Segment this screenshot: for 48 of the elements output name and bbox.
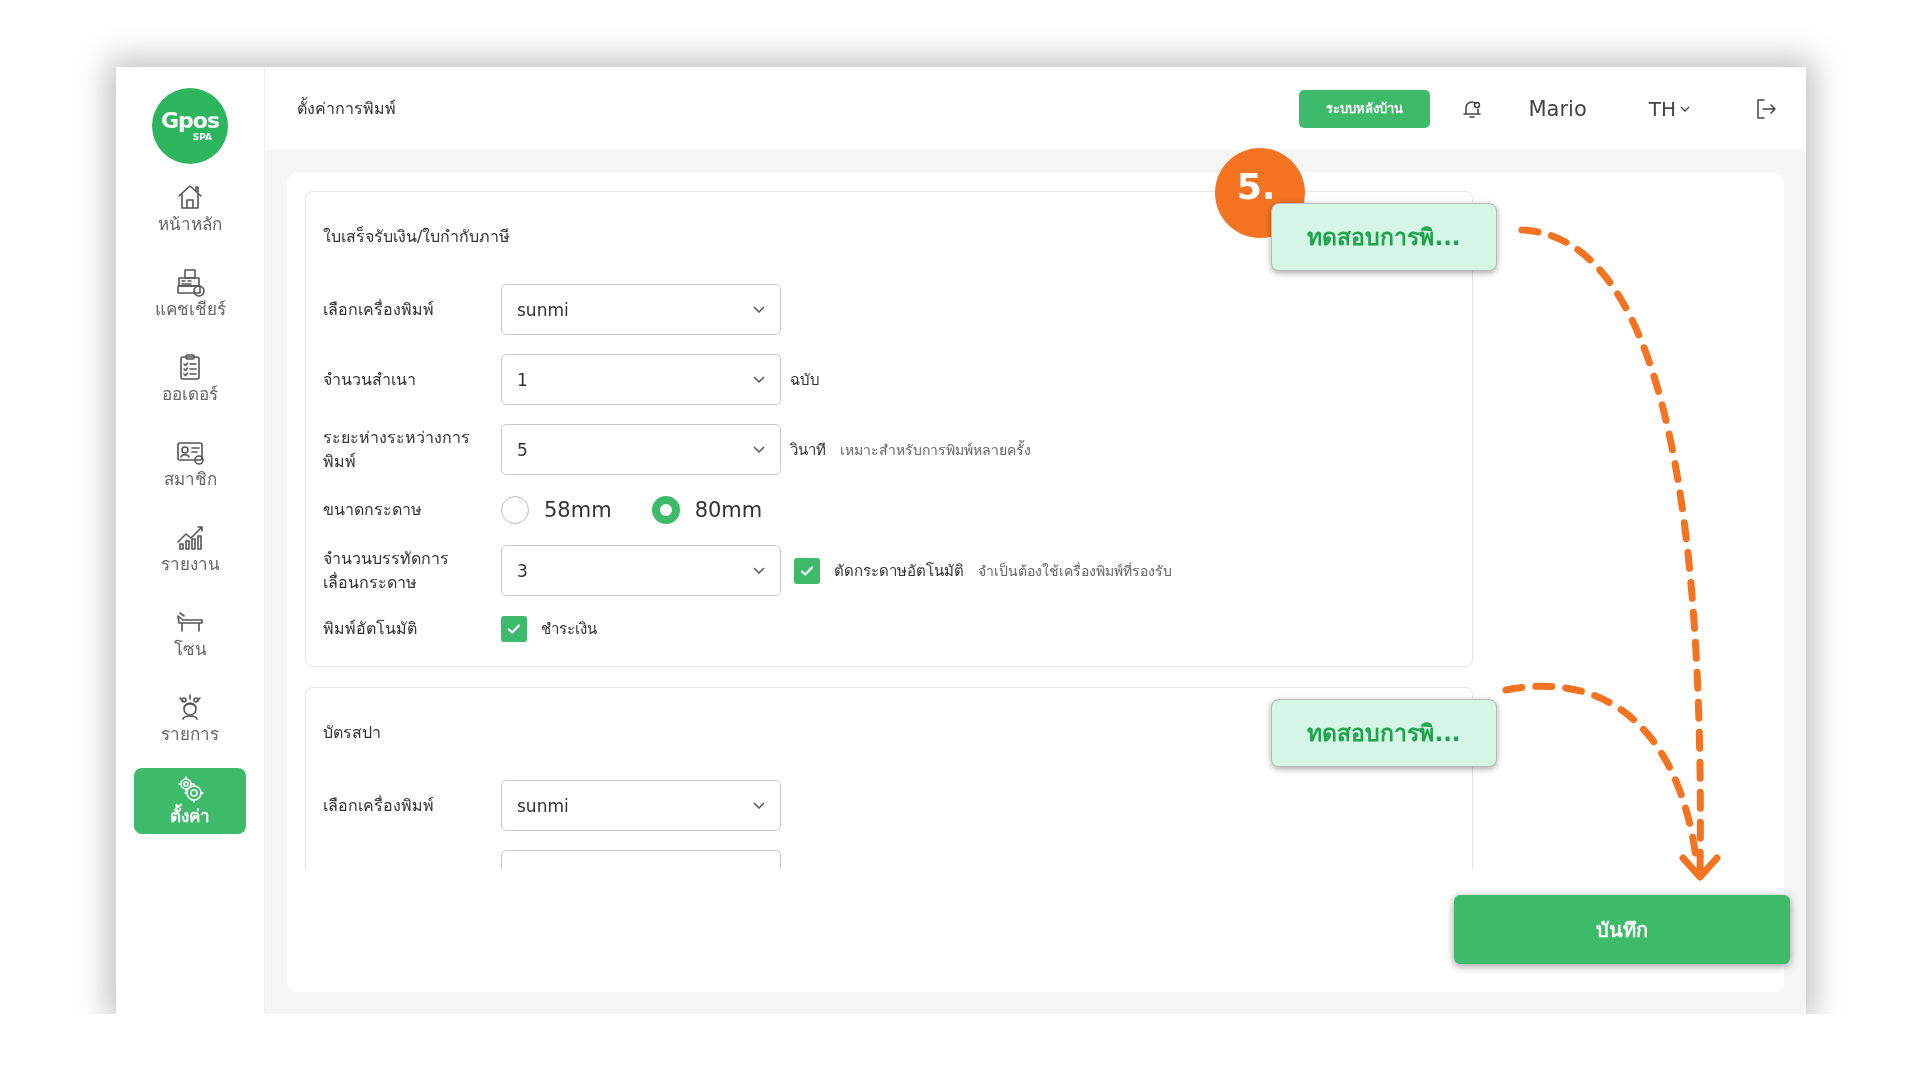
checkbox[interactable] xyxy=(501,616,527,642)
field-label: ขนาดกระดาษ xyxy=(323,499,423,521)
nav-item[interactable]: ออเดอร์ xyxy=(134,346,246,412)
select-field[interactable]: 1 xyxy=(501,354,781,405)
chevron-icon xyxy=(753,375,765,384)
field-label: พิมพ์อัตโนมัติ xyxy=(323,618,418,640)
checkbox[interactable] xyxy=(794,557,820,584)
hint-text: เหมาะสำหรับการพิมพ์หลายครั้ง xyxy=(840,439,1031,460)
nav-item[interactable]: รายงาน xyxy=(134,516,246,582)
nav-item[interactable]: แคชเชียร์ xyxy=(134,261,246,327)
nav-item[interactable]: โซน xyxy=(134,601,246,667)
radio-button[interactable] xyxy=(501,496,529,524)
page-title: ตั้งค่าการพิมพ์ xyxy=(297,96,396,120)
user-name[interactable]: Mario xyxy=(1528,96,1587,121)
nav-item[interactable]: สมาชิก xyxy=(134,431,246,497)
cash-register-icon xyxy=(175,267,205,297)
radio-button[interactable] xyxy=(651,496,680,524)
logo: Gpos SPA xyxy=(152,88,228,164)
hint-text: จำเป็นต้องใช้เครื่องพิมพ์ที่รองรับ xyxy=(978,561,1172,581)
settings-icon xyxy=(175,774,205,804)
select-field[interactable]: 5 xyxy=(501,424,781,475)
caret-icon xyxy=(1680,105,1690,112)
select-field[interactable]: sunmi xyxy=(501,284,781,335)
nav-item[interactable]: หน้าหลัก xyxy=(134,176,246,242)
field-label: จำนวนบรรทัดการเลื่อนกระดาษ xyxy=(323,547,450,594)
language-selector[interactable]: TH xyxy=(1648,96,1690,121)
field-label: จำนวนสำเนา xyxy=(323,368,417,391)
radio-label: 58mm xyxy=(544,498,612,522)
field-label: เลือกเครื่องพิมพ์ xyxy=(323,298,435,321)
select-field[interactable]: sunmi xyxy=(501,780,781,831)
select-field[interactable]: 3 xyxy=(501,545,781,596)
house-icon xyxy=(175,182,205,212)
checkmark-icon xyxy=(506,621,522,637)
field-label: เลือกเครื่องพิมพ์ xyxy=(323,794,435,817)
chevron-icon xyxy=(753,445,765,454)
field-label: ระยะห่างระหว่างการพิมพ์ xyxy=(323,426,471,473)
unit-label: วินาที xyxy=(790,439,826,461)
checkbox-label: ชำระเงิน xyxy=(541,619,597,640)
section-title: ใบเสร็จรับเงิน/ใบกำกับภาษี xyxy=(323,226,511,248)
chevron-icon xyxy=(753,305,765,314)
unit-label: ฉบับ xyxy=(790,369,820,391)
radio-label: 80mm xyxy=(694,498,763,522)
chevron-icon xyxy=(753,566,765,575)
logout-icon[interactable] xyxy=(1754,96,1778,121)
checkbox-label: ตัดกระดาษอัตโนมัติ xyxy=(834,560,964,582)
section-title: บัตรสปา xyxy=(323,722,381,744)
nav-item[interactable]: รายการ xyxy=(134,686,246,752)
chevron-icon xyxy=(753,801,765,810)
